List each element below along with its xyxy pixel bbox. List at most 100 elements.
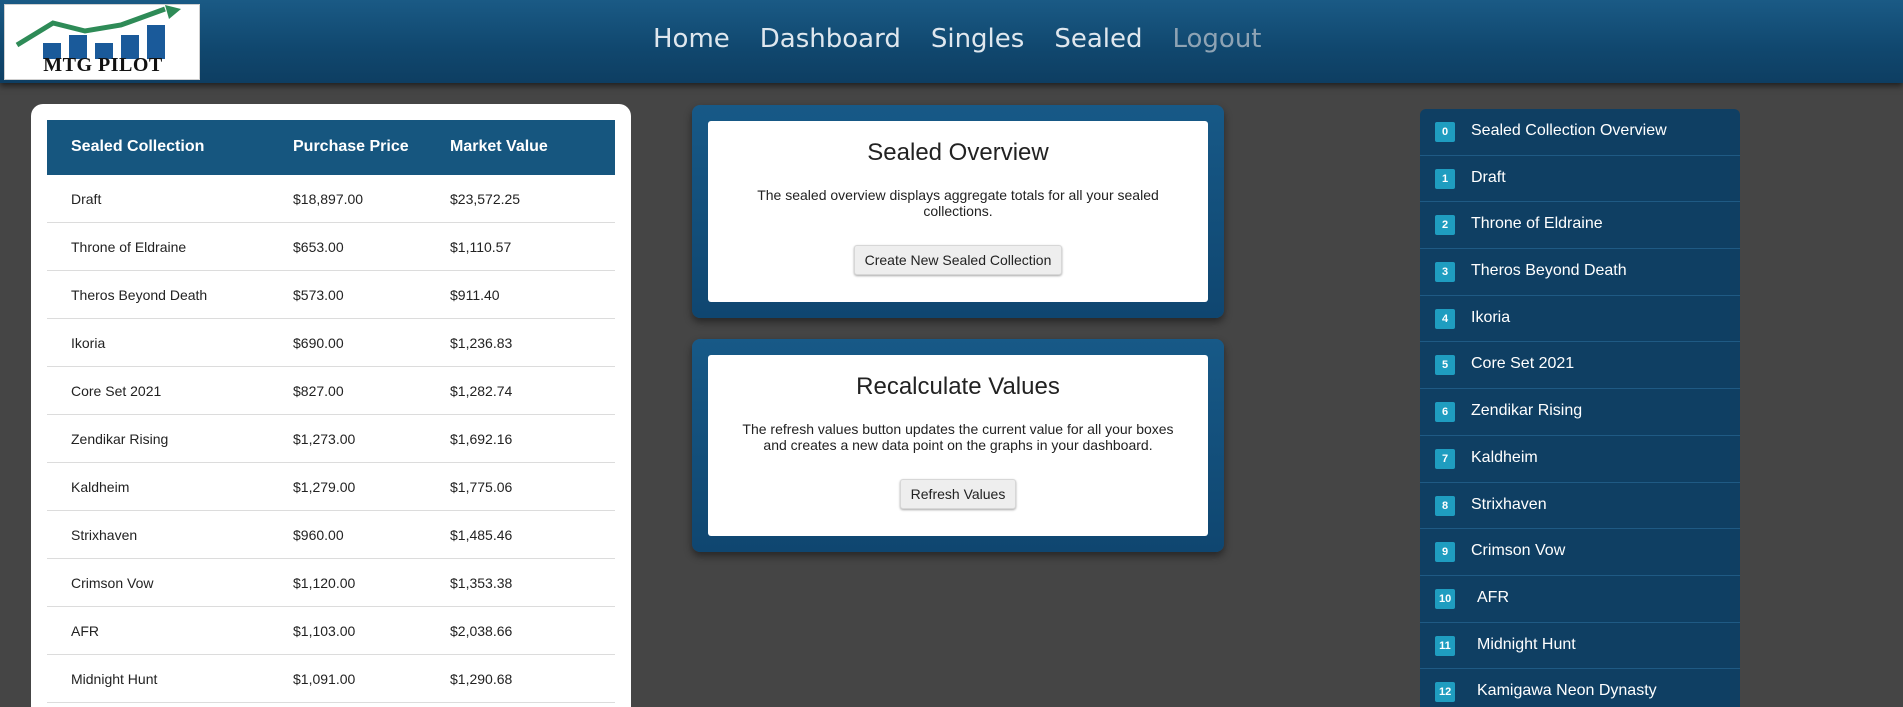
index-badge: 4 [1435,308,1455,329]
list-item[interactable]: 12 Kamigawa Neon Dynasty [1420,669,1740,707]
mtg-pilot-logo[interactable]: MTG PILOT [4,4,200,80]
list-item-overview[interactable]: 0 Sealed Collection Overview [1420,109,1740,156]
table-header: Sealed Collection Purchase Price Market … [47,120,615,175]
cell-purchase-price: $690.00 [293,335,344,351]
panel-title: Recalculate Values [856,373,1060,400]
list-item[interactable]: 10 AFR [1420,576,1740,623]
cell-purchase-price: $653.00 [293,239,344,255]
list-item-label: Theros Beyond Death [1471,262,1627,280]
table-row[interactable]: Ikoria $690.00 $1,236.83 [47,319,615,367]
list-item[interactable]: 7 Kaldheim [1420,436,1740,483]
cell-market-value: $2,038.66 [450,623,513,639]
table-row[interactable]: AFR $1,103.00 $2,038.66 [47,607,615,655]
cell-collection: Zendikar Rising [71,431,169,447]
list-item-label: Throne of Eldraine [1471,215,1603,233]
nav-logout[interactable]: Logout [1172,24,1261,54]
index-badge: 2 [1435,215,1455,236]
cell-purchase-price: $960.00 [293,527,344,543]
recalculate-values-panel: Recalculate Values The refresh values bu… [692,339,1224,552]
panel-description: The sealed overview displays aggregate t… [757,187,1159,219]
cell-market-value: $23,572.25 [450,191,521,207]
list-item[interactable]: 8 Strixhaven [1420,483,1740,530]
top-navbar: MTG PILOT Home Dashboard Singles Sealed … [0,0,1903,83]
cell-collection: Crimson Vow [71,575,154,591]
index-badge: 12 [1435,682,1456,703]
nav-sealed[interactable]: Sealed [1054,24,1142,54]
cell-collection: Throne of Eldraine [71,239,187,255]
table-row[interactable]: Zendikar Rising $1,273.00 $1,692.16 [47,415,615,463]
nav-home[interactable]: Home [653,24,730,54]
index-badge: 0 [1435,122,1455,142]
table-body: Draft $18,897.00 $23,572.25 Throne of Eldr… [47,175,615,703]
header-market-value[interactable]: Market Value [450,138,548,156]
cell-market-value: $1,290.68 [450,671,513,687]
list-item[interactable]: 1 Draft [1420,156,1740,203]
cell-market-value: $1,110.57 [450,239,512,255]
table-row[interactable]: Midnight Hunt $1,091.00 $1,290.68 [47,655,615,703]
cell-market-value: $1,692.16 [450,431,513,447]
create-sealed-collection-button[interactable]: Create New Sealed Collection [853,245,1063,275]
panel-title: Sealed Overview [867,139,1049,166]
cell-collection: Strixhaven [71,527,138,543]
cell-purchase-price: $1,091.00 [293,671,356,687]
list-item-label: Kamigawa Neon Dynasty [1477,682,1657,700]
cell-collection: Midnight Hunt [71,671,158,687]
cell-collection: Draft [71,191,102,207]
cell-market-value: $1,353.38 [450,575,513,591]
index-badge: 5 [1435,355,1455,376]
sealed-overview-panel: Sealed Overview The sealed overview disp… [692,105,1224,318]
list-item-label: Ikoria [1471,308,1511,326]
cell-collection: Theros Beyond Death [71,287,208,303]
list-item[interactable]: 9 Crimson Vow [1420,529,1740,576]
list-item-label: Midnight Hunt [1477,635,1576,653]
list-item-label: Sealed Collection Overview [1471,122,1667,139]
refresh-values-button[interactable]: Refresh Values [899,479,1017,509]
list-item-label: Core Set 2021 [1471,355,1575,373]
nav-dashboard[interactable]: Dashboard [760,24,901,54]
table-row[interactable]: Crimson Vow $1,120.00 $1,353.38 [47,559,615,607]
recalculate-values-card: Recalculate Values The refresh values bu… [708,355,1208,536]
cell-collection: Core Set 2021 [71,383,162,399]
header-purchase-price[interactable]: Purchase Price [293,138,409,156]
list-item[interactable]: 11 Midnight Hunt [1420,623,1740,670]
index-badge: 11 [1435,635,1455,656]
cell-market-value: $1,236.83 [450,335,513,351]
table-row[interactable]: Core Set 2021 $827.00 $1,282.74 [47,367,615,415]
list-item-label: AFR [1477,588,1509,606]
logo-text: MTG PILOT [43,54,163,76]
table-row[interactable]: Kaldheim $1,279.00 $1,775.06 [47,463,615,511]
cell-market-value: $1,775.06 [450,479,513,495]
cell-purchase-price: $827.00 [293,383,344,399]
cell-purchase-price: $1,279.00 [293,479,356,495]
sealed-collection-table-card: Sealed Collection Purchase Price Market … [31,104,631,707]
cell-market-value: $1,282.74 [450,383,513,399]
index-badge: 8 [1435,495,1455,516]
list-item[interactable]: 5 Core Set 2021 [1420,342,1740,390]
index-badge: 9 [1435,542,1455,563]
list-item-label: Strixhaven [1471,495,1547,513]
sealed-collection-list: 0 Sealed Collection Overview 1 Draft 2 Thro… [1420,109,1740,707]
main-nav: Home Dashboard Singles Sealed Logout [653,24,1292,54]
nav-singles[interactable]: Singles [931,24,1024,54]
cell-collection: AFR [71,623,99,639]
list-item[interactable]: 2 Throne of Eldraine [1420,202,1740,250]
list-item-label: Crimson Vow [1471,542,1566,560]
list-item[interactable]: 6 Zendikar Rising [1420,389,1740,436]
list-item-label: Zendikar Rising [1471,402,1583,420]
list-item[interactable]: 4 Ikoria [1420,296,1740,343]
cell-collection: Ikoria [71,335,106,351]
cell-collection: Kaldheim [71,479,130,495]
cell-purchase-price: $1,103.00 [293,623,356,639]
list-item[interactable]: 3 Theros Beyond Death [1420,249,1740,296]
panel-description: The refresh values button updates the cu… [742,421,1174,453]
index-badge: 3 [1435,262,1455,283]
cell-purchase-price: $18,897.00 [293,191,364,207]
list-item-label: Kaldheim [1471,448,1538,466]
table-row[interactable]: Strixhaven $960.00 $1,485.46 [47,511,615,559]
cell-purchase-price: $573.00 [293,287,344,303]
table-row[interactable]: Throne of Eldraine $653.00 $1,110.57 [47,223,615,271]
header-sealed-collection[interactable]: Sealed Collection [71,138,204,156]
table-row[interactable]: Theros Beyond Death $573.00 $911.40 [47,271,615,319]
table-row[interactable]: Draft $18,897.00 $23,572.25 [47,175,615,223]
index-badge: 10 [1435,588,1456,609]
